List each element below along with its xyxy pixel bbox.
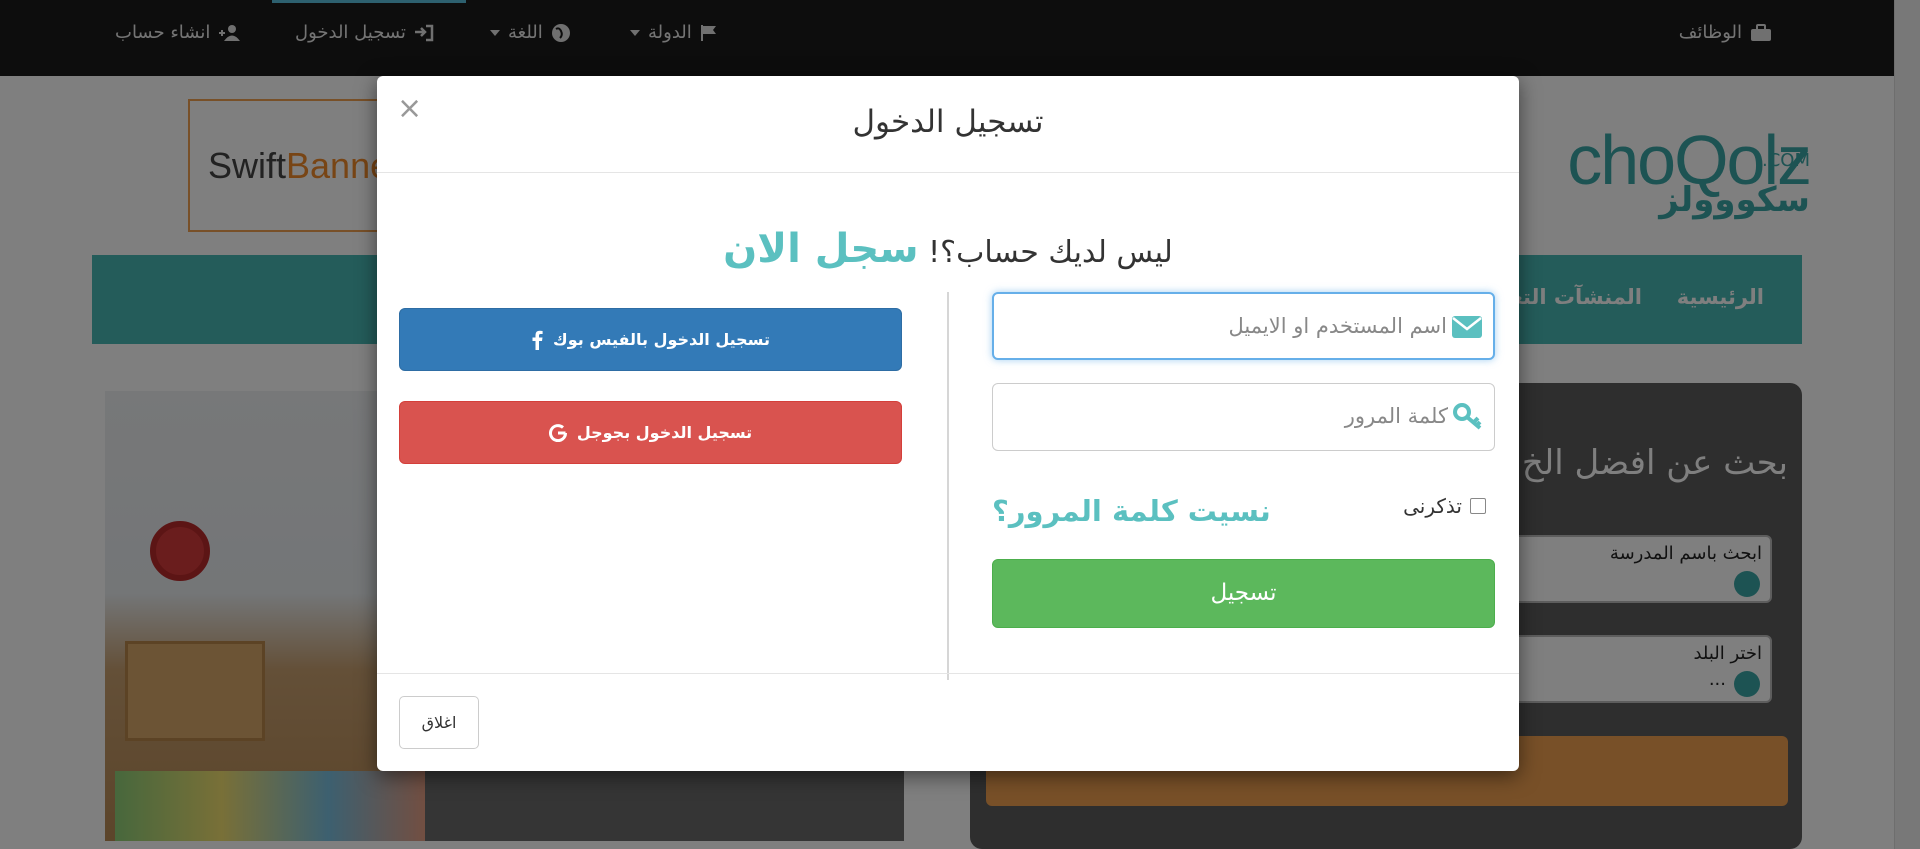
username-input[interactable] [1007, 294, 1447, 358]
forgot-password-link[interactable]: نسيت كلمة المرور؟ [992, 494, 1271, 528]
modal-footer: اغلاق [377, 673, 1519, 771]
google-icon [548, 423, 567, 442]
signup-prompt-text: ليس لديك حساب؟! [928, 235, 1173, 270]
password-input[interactable] [1008, 384, 1448, 448]
google-login-button[interactable]: تسجيل الدخول بجوجل [399, 401, 902, 464]
modal-header: × تسجيل الدخول [377, 76, 1519, 173]
signup-link[interactable]: سجل الان [723, 226, 918, 272]
remember-checkbox[interactable] [1470, 498, 1486, 514]
password-field[interactable] [992, 383, 1495, 451]
username-field[interactable] [992, 292, 1495, 360]
vertical-divider [947, 292, 949, 680]
envelope-icon [1452, 316, 1482, 338]
login-submit-button[interactable]: تسجيل [992, 559, 1495, 628]
facebook-login-label: تسجيل الدخول بالفيس بوك [553, 330, 770, 349]
modal-title: تسجيل الدخول [852, 104, 1044, 140]
close-button[interactable]: اغلاق [399, 696, 479, 749]
key-icon [1453, 403, 1482, 430]
remember-me[interactable]: تذكرنى [1403, 494, 1486, 518]
login-modal: × تسجيل الدخول ليس لديك حساب؟! سجل الان … [377, 76, 1519, 771]
remember-label: تذكرنى [1403, 494, 1462, 518]
signup-prompt: ليس لديك حساب؟! سجل الان [377, 226, 1519, 272]
facebook-login-button[interactable]: تسجيل الدخول بالفيس بوك [399, 308, 902, 371]
facebook-icon [532, 330, 543, 350]
google-login-label: تسجيل الدخول بجوجل [576, 423, 753, 442]
